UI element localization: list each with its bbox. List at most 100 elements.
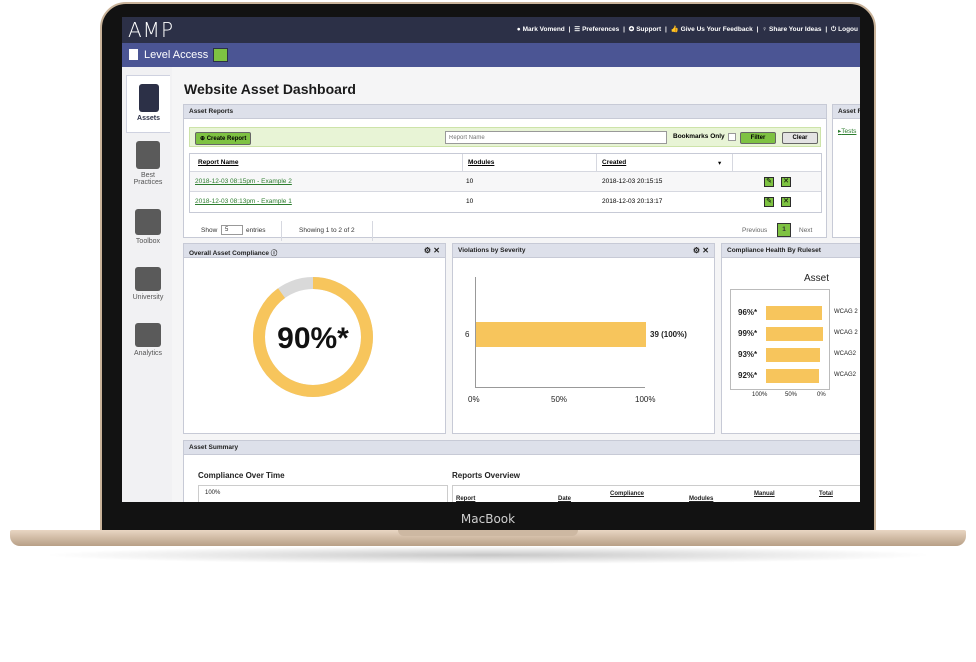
- clear-button[interactable]: Clear: [782, 132, 818, 144]
- reports-overview-title: Reports Overview: [452, 471, 521, 480]
- separator: |: [568, 26, 571, 33]
- page-1-button[interactable]: 1: [777, 223, 791, 237]
- panel-title-text: Violations by Severity: [458, 247, 526, 254]
- column-header-date[interactable]: Date: [558, 496, 571, 502]
- preferences-icon: ☰: [574, 26, 581, 33]
- health-bar[interactable]: [766, 327, 824, 341]
- health-bar[interactable]: [766, 348, 820, 362]
- next-button[interactable]: Next: [799, 227, 812, 234]
- support-link[interactable]: Support: [636, 26, 661, 33]
- user-icon: ●: [516, 26, 521, 33]
- top-bar: AMP ● Mark Vomend | ☰ Preferences | ✪ Suppo…: [122, 17, 860, 43]
- ruleset-label: WCAG 2: [834, 330, 858, 336]
- tests-link[interactable]: ▸Tests: [838, 127, 856, 135]
- page-size-select[interactable]: 5: [221, 225, 243, 235]
- sidebar-item-toolbox[interactable]: Toolbox: [126, 209, 170, 245]
- sidebar-item-label: Best Practices: [133, 172, 163, 186]
- sidebar-item-label: University: [132, 294, 164, 301]
- ruleset-label: WCAG 2: [834, 309, 858, 315]
- org-name[interactable]: Level Access: [144, 49, 208, 61]
- panel-tools: ⚙ ✕: [693, 246, 709, 255]
- ideas-link[interactable]: Share Your Ideas: [769, 26, 822, 33]
- user-links: ● Mark Vomend | ☰ Preferences | ✪ Support |…: [515, 25, 858, 34]
- sidebar-item-analytics[interactable]: Analytics: [126, 323, 170, 357]
- edit-icon[interactable]: ✎: [764, 197, 774, 207]
- separator: |: [825, 26, 828, 33]
- x-tick-label: 100%: [752, 392, 768, 398]
- app-logo[interactable]: AMP: [128, 18, 174, 42]
- close-icon[interactable]: ✕: [433, 246, 440, 255]
- gear-icon[interactable]: ⚙: [693, 246, 700, 255]
- sidebar-item-best-practices[interactable]: Best Practices: [126, 141, 170, 186]
- info-icon[interactable]: ⓘ: [271, 250, 278, 257]
- create-report-button[interactable]: ⊕ Create Report: [195, 132, 252, 145]
- violations-panel: Violations by Severity ⚙ ✕ 6 39 (100%) 0…: [452, 243, 715, 434]
- logout-link[interactable]: Logou: [838, 26, 858, 33]
- bar-value-label: 39 (100%): [650, 330, 687, 339]
- building-icon: [129, 49, 138, 60]
- x-tick-label: 0%: [468, 395, 480, 404]
- health-percent-label: 99%*: [738, 329, 758, 338]
- edit-icon[interactable]: ✎: [764, 177, 774, 187]
- severity-bar[interactable]: [476, 322, 646, 347]
- sidebar-item-label: Analytics: [133, 350, 162, 357]
- tests-link-label: Tests: [841, 128, 857, 135]
- sidebar-item-label: Toolbox: [135, 238, 161, 245]
- support-icon: ✪: [628, 26, 635, 33]
- health-bar[interactable]: [766, 306, 822, 320]
- column-header-report-name[interactable]: Report Name: [198, 159, 238, 166]
- table-pager: Show 5 entries Showing 1 to 2 of 2 Previ…: [189, 221, 822, 241]
- column-divider: [596, 154, 597, 172]
- health-percent-label: 92%*: [738, 371, 758, 380]
- delete-icon[interactable]: ✕: [781, 197, 791, 207]
- report-name-input[interactable]: [445, 131, 667, 144]
- panel-title: Overall Asset Compliance ⓘ ⚙ ✕: [184, 244, 445, 258]
- report-name-link[interactable]: 2018-12-03 08:13pm - Example 1: [195, 198, 292, 205]
- delete-icon[interactable]: ✕: [781, 177, 791, 187]
- y-tick-label: 100%: [205, 490, 221, 496]
- sidebar-item-assets[interactable]: Assets: [126, 75, 170, 133]
- laptop-brand: MacBook: [460, 512, 516, 526]
- overall-compliance-panel: Overall Asset Compliance ⓘ ⚙ ✕ 90%*: [183, 243, 446, 434]
- panel-title-text: Overall Asset Compliance: [189, 250, 269, 257]
- gear-icon[interactable]: ⚙: [424, 246, 431, 255]
- panel-title: Asset R: [833, 105, 860, 119]
- table-row[interactable]: 2018-12-03 08:15pm - Example 2 10 2018-1…: [190, 172, 821, 192]
- close-icon[interactable]: ✕: [702, 246, 709, 255]
- compliance-value: 90%*: [277, 322, 349, 355]
- feedback-link[interactable]: Give Us Your Feedback: [681, 26, 753, 33]
- sidebar: Assets Best Practices Toolbox University…: [126, 71, 170, 502]
- laptop-notch: [398, 530, 578, 536]
- user-name-link[interactable]: Mark Vomend: [523, 26, 565, 33]
- column-header-report[interactable]: Report: [456, 496, 475, 502]
- entries-label: entries: [246, 227, 266, 234]
- report-filter-bar: ⊕ Create Report Bookmarks Only Filter Cl…: [189, 127, 821, 147]
- column-header-created[interactable]: Created: [602, 159, 626, 166]
- show-label: Show: [201, 227, 218, 234]
- column-header-manual[interactable]: Manual: [754, 491, 775, 497]
- preferences-link[interactable]: Preferences: [582, 26, 619, 33]
- bookmarks-checkbox[interactable]: [728, 133, 736, 141]
- filter-button[interactable]: Filter: [740, 132, 776, 144]
- previous-button[interactable]: Previous: [742, 227, 767, 234]
- column-header-total[interactable]: Total: [819, 491, 833, 497]
- column-divider: [732, 154, 733, 172]
- sort-desc-icon[interactable]: ▾: [718, 159, 721, 167]
- panel-title: Asset Summary: [184, 441, 860, 455]
- line-chart-icon: [135, 323, 161, 347]
- ruleset-label: WCAG2: [834, 372, 857, 378]
- sidebar-item-university[interactable]: University: [126, 267, 170, 301]
- report-name-link[interactable]: 2018-12-03 08:15pm - Example 2: [195, 178, 292, 185]
- x-tick-label: 100%: [635, 395, 656, 404]
- asset-summary-panel: Asset Summary Compliance Over Time 100% …: [183, 440, 860, 502]
- health-bar[interactable]: [766, 369, 820, 383]
- org-menu-icon[interactable]: [213, 48, 228, 62]
- laptop-shadow: [40, 546, 936, 564]
- column-header-modules[interactable]: Modules: [468, 159, 494, 166]
- org-bar: Level Access: [122, 43, 860, 67]
- column-header-compliance[interactable]: Compliance: [610, 491, 644, 497]
- button-label: Create Report: [206, 136, 247, 142]
- logout-icon: ⏻: [830, 26, 837, 33]
- column-header-modules[interactable]: Modules: [689, 496, 713, 502]
- table-row[interactable]: 2018-12-03 08:13pm - Example 1 10 2018-1…: [190, 192, 821, 212]
